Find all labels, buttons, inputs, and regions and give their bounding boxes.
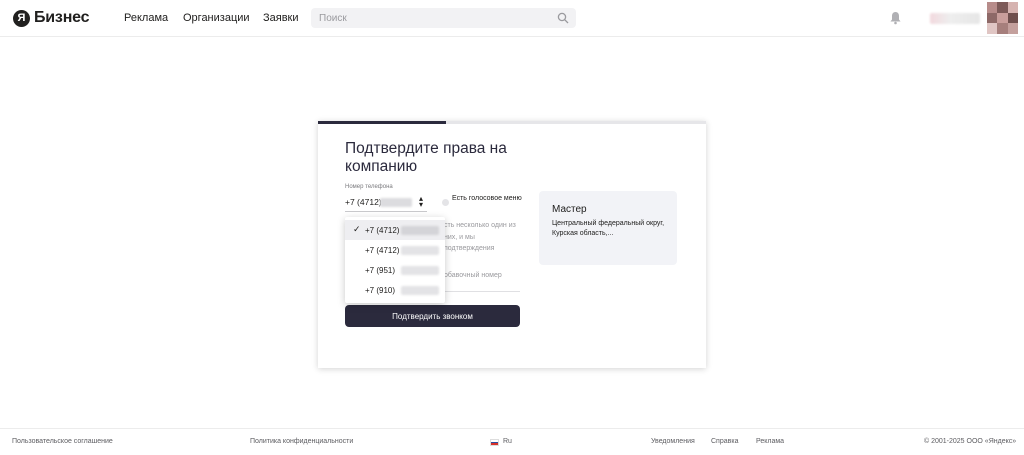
company-info-card: Мастер Центральный федеральный округ, Ку… (539, 191, 677, 265)
phone-select-value: +7 (4712) (345, 197, 382, 207)
help-link[interactable]: Справка (711, 438, 738, 445)
yandex-business-logo[interactable]: Я Бизнес (13, 9, 90, 27)
phone-number-blurred (401, 286, 439, 295)
avatar[interactable] (987, 2, 1018, 34)
select-arrows-icon: ▴ ▾ (418, 194, 423, 209)
phone-number-blurred (380, 198, 412, 207)
extension-number-link[interactable]: обавочный номер (444, 272, 502, 279)
phone-option[interactable]: +7 (951) (345, 260, 445, 280)
phone-option-text: +7 (951) (365, 266, 396, 275)
copyright: © 2001-2025 ООО «Яндекс» (924, 438, 1017, 445)
phone-option[interactable]: +7 (910) (345, 280, 445, 300)
nav-organizations[interactable]: Организации (183, 12, 250, 24)
phone-option-text: +7 (4712) (365, 226, 400, 235)
phone-option-text: +7 (910) (365, 286, 396, 295)
phone-dropdown: ✓ +7 (4712) +7 (4712) +7 (951) +7 (910) (345, 217, 445, 303)
progress-bar (318, 121, 706, 124)
phone-number-blurred (401, 266, 439, 275)
russia-flag-icon[interactable] (490, 439, 499, 446)
voice-menu-label: Есть голосовое меню (452, 195, 522, 202)
notifications-link[interactable]: Уведомления (651, 438, 695, 445)
page-title: Подтвердите права на компанию (345, 140, 507, 175)
nav-advertising[interactable]: Реклама (124, 12, 168, 24)
user-agreement-link[interactable]: Пользовательское соглашение (12, 438, 113, 445)
search-icon[interactable] (557, 12, 569, 24)
hint-text: сть несколько один из них, и мы подтверж… (444, 222, 516, 252)
logo-text: Бизнес (34, 9, 90, 26)
voice-menu-checkbox[interactable] (442, 199, 449, 206)
phone-number-blurred (401, 246, 439, 255)
advertising-link[interactable]: Реклама (756, 438, 784, 445)
phone-select[interactable]: +7 (4712) ▴ ▾ (345, 195, 427, 212)
phone-option-text: +7 (4712) (365, 246, 400, 255)
phone-option[interactable]: +7 (4712) (345, 240, 445, 260)
phone-option[interactable]: ✓ +7 (4712) (345, 220, 445, 240)
language-switch[interactable]: Ru (503, 438, 512, 445)
bell-icon[interactable] (889, 11, 902, 25)
privacy-policy-link[interactable]: Политика конфиденциальности (250, 438, 353, 445)
page-footer: Пользовательское соглашение Политика кон… (0, 428, 1024, 455)
confirm-by-call-button[interactable]: Подтвердить звонком (345, 305, 520, 327)
nav-requests[interactable]: Заявки (263, 12, 299, 24)
progress-fill (318, 121, 447, 124)
company-address: Центральный федеральный округ, Курская о… (552, 220, 665, 237)
check-icon: ✓ (353, 224, 361, 234)
company-name: Мастер (552, 204, 587, 215)
user-name-blurred[interactable] (930, 13, 980, 24)
phone-number-blurred (401, 226, 439, 235)
phone-label: Номер телефона (345, 184, 393, 190)
search-box (311, 8, 576, 28)
yandex-logo-badge: Я (13, 9, 30, 27)
search-input[interactable] (311, 8, 551, 28)
top-header: Я Бизнес Реклама Организации Заявки (0, 0, 1024, 37)
